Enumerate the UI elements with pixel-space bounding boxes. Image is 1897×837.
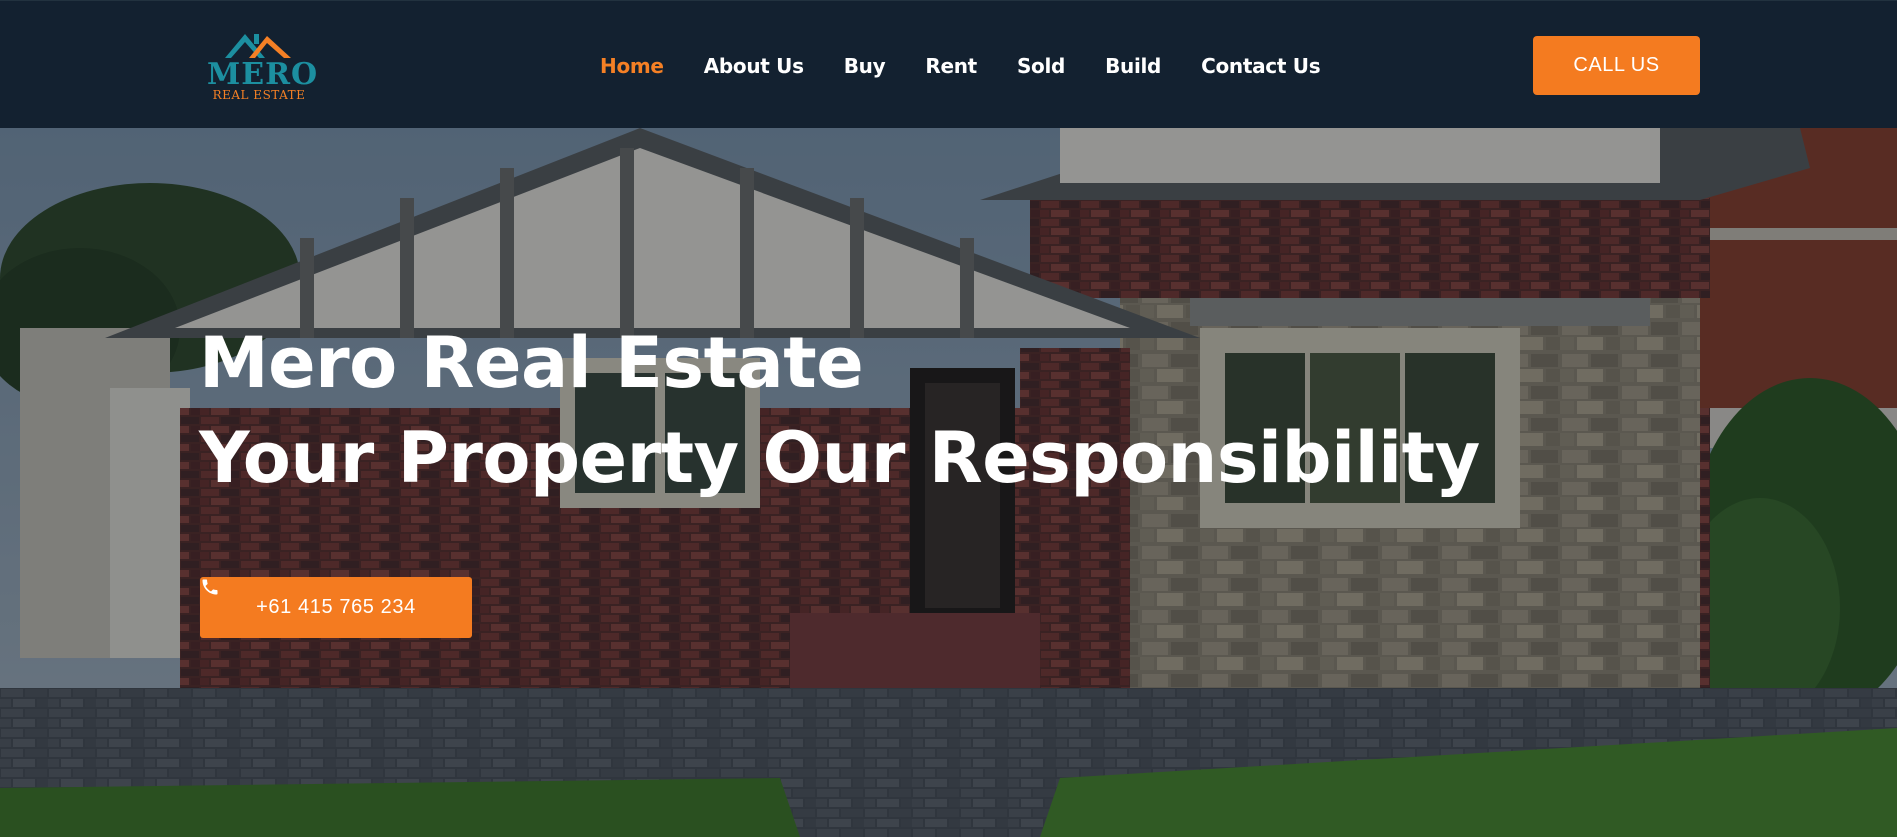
call-us-button[interactable]: CALL US	[1533, 36, 1700, 95]
main-nav: Home About Us Buy Rent Sold Build Contac…	[600, 51, 1360, 81]
hero-title-line1: Mero Real Estate	[199, 322, 864, 404]
hero-section: Mero Real Estate Your Property Our Respo…	[0, 128, 1897, 837]
site-header: MERO REAL ESTATE Home About Us Buy Rent …	[0, 0, 1897, 128]
nav-sold[interactable]: Sold	[1017, 51, 1065, 81]
nav-about-us[interactable]: About Us	[704, 51, 804, 81]
phone-icon	[202, 579, 218, 595]
nav-contact-us[interactable]: Contact Us	[1201, 51, 1321, 81]
hero-title-line2: Your Property Our Responsibility	[199, 417, 1480, 499]
nav-build[interactable]: Build	[1105, 51, 1161, 81]
phone-call-button[interactable]: +61 415 765 234	[200, 577, 472, 638]
nav-home[interactable]: Home	[600, 51, 664, 81]
site-logo[interactable]: MERO REAL ESTATE	[207, 28, 319, 104]
phone-number-label: +61 415 765 234	[256, 596, 416, 618]
hero-title: Mero Real Estate Your Property Our Respo…	[199, 316, 1480, 506]
nav-rent[interactable]: Rent	[925, 51, 977, 81]
logo-wordmark: MERO	[207, 57, 319, 92]
nav-buy[interactable]: Buy	[844, 51, 886, 81]
logo-tagline: REAL ESTATE	[212, 88, 306, 102]
